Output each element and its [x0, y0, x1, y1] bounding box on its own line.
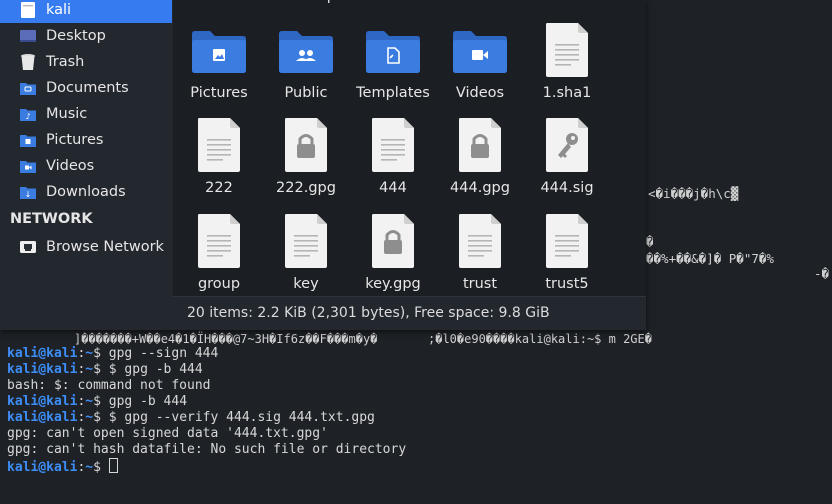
file-item[interactable]: Pictures [176, 25, 262, 105]
prompt-symbol: $ [93, 394, 101, 409]
file-item[interactable]: 1.sha1 [524, 23, 610, 105]
network-heading: NETWORK [10, 211, 93, 227]
file-item[interactable]: 444.sig [524, 118, 610, 200]
terminal-cursor [108, 458, 118, 473]
prompt-symbol: $ [93, 410, 101, 425]
prompt-dir: ~ [85, 394, 94, 409]
file-item[interactable]: Templates [350, 25, 436, 105]
terminal-text: gpg -b 444 [100, 394, 188, 409]
prompt-user: kali@kali [7, 394, 78, 409]
terminal-command-line: kali@kali:~$ gpg -b 444 [7, 394, 187, 410]
sidebar-item-label: kali [46, 2, 72, 18]
prompt-dir: ~ [85, 346, 94, 361]
terminal-garbage-text: -� [814, 266, 830, 281]
sidebar-item-pictures[interactable]: Pictures [0, 127, 172, 153]
prompt-user: kali@kali [7, 460, 78, 475]
sidebar-item-label: Documents [46, 80, 129, 96]
file-item[interactable]: 444.gpg [437, 118, 523, 200]
network-icon [18, 238, 38, 256]
terminal-output-line: bash: $: command not found [7, 378, 211, 394]
file-name: trust5 [545, 276, 589, 292]
file-item[interactable]: trust [437, 214, 523, 296]
terminal-command-line: kali@kali:~$ $ gpg --verify 444.sig 444.… [7, 410, 375, 426]
terminal-garbage-text: � [646, 234, 654, 249]
sidebar-item-trash[interactable]: Trash [0, 49, 172, 75]
documents-folder-icon [18, 79, 38, 97]
svg-text:♪: ♪ [25, 112, 30, 121]
terminal-command-line: kali@kali:~$ gpg --sign 444 [7, 346, 218, 362]
svg-text:↓: ↓ [25, 190, 32, 199]
file-item[interactable]: 222.gpg [263, 118, 349, 200]
trash-icon [18, 53, 38, 71]
terminal-text: $ gpg --verify 444.sig 444.txt.gpg [100, 410, 375, 425]
home-folder-icon [18, 1, 38, 19]
sidebar-item-label: Browse Network [46, 239, 164, 255]
sidebar-item-label: Pictures [46, 132, 104, 148]
terminal-text: gpg --sign 444 [100, 346, 219, 361]
sidebar-item-label: Trash [46, 54, 85, 70]
file-name: Music [514, 0, 620, 4]
file-item[interactable]: 444 [350, 118, 436, 200]
sidebar: kali Desktop Trash Documents ♪ Music Pictures V… [0, 0, 172, 330]
sidebar-item-label: Downloads [46, 184, 126, 200]
desktop-icon [18, 27, 38, 45]
sidebar-item-browse-network[interactable]: Browse Network [0, 234, 172, 260]
terminal-garbage-text: ��%+��&�]� P�"7�% [646, 251, 774, 266]
file-manager-window[interactable]: kali Desktop Trash Documents ♪ Music Pictures V… [0, 0, 646, 330]
videos-folder-icon [18, 157, 38, 175]
prompt-dir: ~ [85, 362, 94, 377]
file-item[interactable]: 222 [176, 118, 262, 200]
prompt-symbol: $ [93, 346, 101, 361]
sidebar-item-label: Desktop [46, 28, 106, 44]
file-grid[interactable]: ΓDesktopDocumentsDownloadsMusic Pictures… [173, 0, 646, 296]
sidebar-item-documents[interactable]: Documents [0, 75, 172, 101]
file-item[interactable]: trust5 [524, 214, 610, 296]
sidebar-item-downloads[interactable]: ↓ Downloads [0, 179, 172, 205]
prompt-user: kali@kali [7, 346, 78, 361]
sidebar-item-music[interactable]: ♪ Music [0, 101, 172, 127]
sidebar-item-kali[interactable]: kali [0, 0, 172, 23]
file-item[interactable]: Public [263, 25, 349, 105]
terminal-output-line: gpg: can't open signed data '444.txt.gpg… [7, 426, 328, 442]
file-item[interactable]: key.gpg [350, 214, 436, 296]
terminal-text: bash: $: command not found [7, 378, 211, 393]
sidebar-item-label: Videos [46, 158, 95, 174]
file-name: 444.sig [540, 180, 594, 196]
prompt-dir: ~ [85, 410, 94, 425]
sidebar-item-videos[interactable]: Videos [0, 153, 172, 179]
prompt-user: kali@kali [7, 362, 78, 377]
music-folder-icon: ♪ [18, 105, 38, 123]
file-item[interactable]: key [263, 214, 349, 296]
terminal-text: gpg: can't hash datafile: No such file o… [7, 442, 407, 457]
sidebar-item-label: Music [46, 106, 88, 122]
downloads-folder-icon: ↓ [18, 183, 38, 201]
terminal-command-line: kali@kali:~$ $ gpg -b 444 [7, 362, 203, 378]
terminal-text: $ gpg -b 444 [100, 362, 203, 377]
terminal-garbage-text: <�i���j�h\c▓ [648, 186, 739, 201]
terminal-garbage-text: ]�������+W��e4�1�ÏH���@7~3H�If6z��F���m�… [74, 332, 652, 346]
file-item[interactable]: Videos [437, 25, 523, 105]
sidebar-item-desktop[interactable]: Desktop [0, 23, 172, 49]
prompt-dir: ~ [85, 460, 94, 475]
prompt-symbol: $ [93, 460, 101, 475]
terminal-command-line: kali@kali:~$ [7, 458, 118, 475]
file-item[interactable]: group [176, 214, 262, 296]
prompt-user: kali@kali [7, 410, 78, 425]
prompt-symbol: $ [93, 362, 101, 377]
file-name: 1.sha1 [542, 85, 592, 101]
pictures-folder-icon [18, 131, 38, 149]
terminal-output-line: gpg: can't hash datafile: No such file o… [7, 442, 406, 458]
status-bar: 20 items: 2.2 KiB (2,301 bytes), Free sp… [173, 296, 646, 330]
terminal-text: gpg: can't open signed data '444.txt.gpg… [7, 426, 328, 441]
